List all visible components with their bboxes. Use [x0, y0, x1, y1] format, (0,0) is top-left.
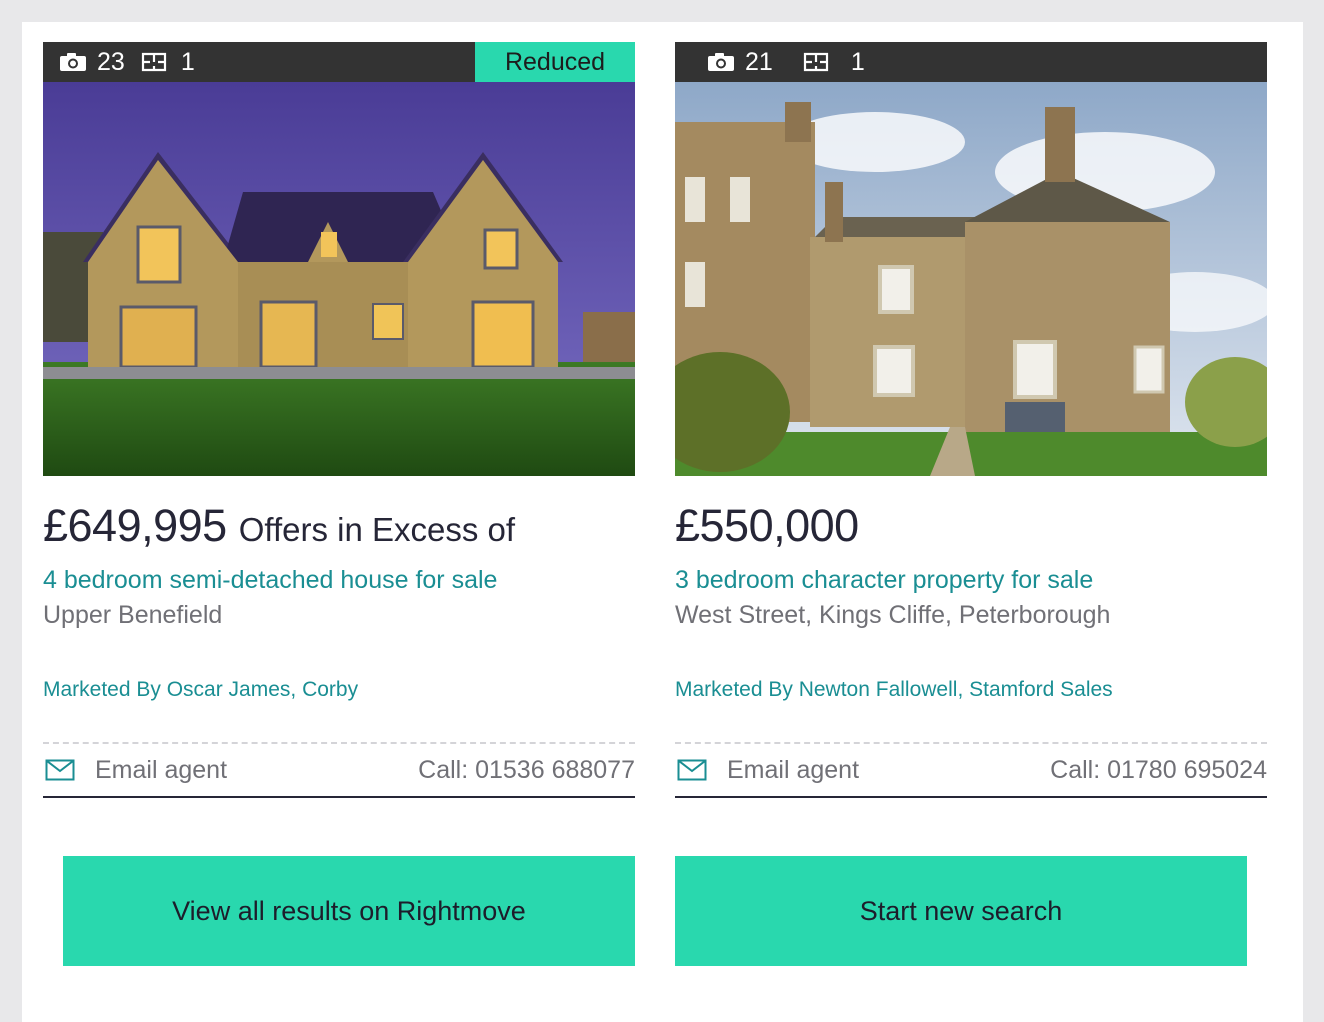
floorplan-count: 1 — [850, 47, 865, 76]
price-line: £550,000 — [675, 500, 1267, 552]
camera-icon — [708, 53, 734, 71]
property-card[interactable]: 21 1 £550,000 3 bedroom character proper… — [675, 42, 1267, 798]
photo-count: 21 — [745, 47, 773, 76]
email-agent-link[interactable]: Email agent — [95, 756, 227, 785]
results-panel: 23 1 Reduced £649,995 Offers in Excess o… — [22, 22, 1303, 1022]
property-address: Upper Benefield — [43, 601, 223, 629]
property-title-link[interactable]: 3 bedroom character property for sale — [675, 566, 1267, 595]
price-qualifier: Offers in Excess of — [238, 511, 516, 548]
property-photo[interactable] — [675, 82, 1267, 476]
photo-count: 23 — [97, 47, 125, 76]
floorplan-icon — [803, 52, 828, 72]
floorplan-count: 1 — [180, 47, 195, 76]
envelope-icon[interactable] — [677, 759, 707, 781]
camera-icon — [60, 53, 86, 71]
marketed-by-link[interactable]: Marketed By Oscar James, Corby — [43, 678, 358, 702]
price-line: £649,995 Offers in Excess of — [43, 500, 635, 552]
property-address: West Street, Kings Cliffe, Peterborough — [675, 601, 1111, 629]
email-agent-link[interactable]: Email agent — [727, 756, 859, 785]
contact-row: Email agent Call: 01536 688077 — [43, 742, 635, 798]
reduced-badge: Reduced — [475, 42, 635, 82]
property-photo[interactable] — [43, 82, 635, 476]
view-all-results-button[interactable]: View all results on Rightmove — [63, 856, 635, 966]
floorplan-icon — [141, 52, 166, 72]
call-agent-link[interactable]: Call: 01536 688077 — [418, 756, 635, 785]
price: £649,995 — [43, 500, 227, 551]
envelope-icon[interactable] — [45, 759, 75, 781]
price: £550,000 — [675, 500, 859, 551]
property-card[interactable]: 23 1 Reduced £649,995 Offers in Excess o… — [43, 42, 635, 798]
call-agent-link[interactable]: Call: 01780 695024 — [1050, 756, 1267, 785]
start-new-search-button[interactable]: Start new search — [675, 856, 1247, 966]
marketed-by-link[interactable]: Marketed By Newton Fallowell, Stamford S… — [675, 678, 1113, 702]
contact-row: Email agent Call: 01780 695024 — [675, 742, 1267, 798]
media-bar: 23 1 Reduced — [43, 42, 635, 82]
media-bar: 21 1 — [675, 42, 1267, 82]
property-title-link[interactable]: 4 bedroom semi-detached house for sale — [43, 566, 635, 595]
